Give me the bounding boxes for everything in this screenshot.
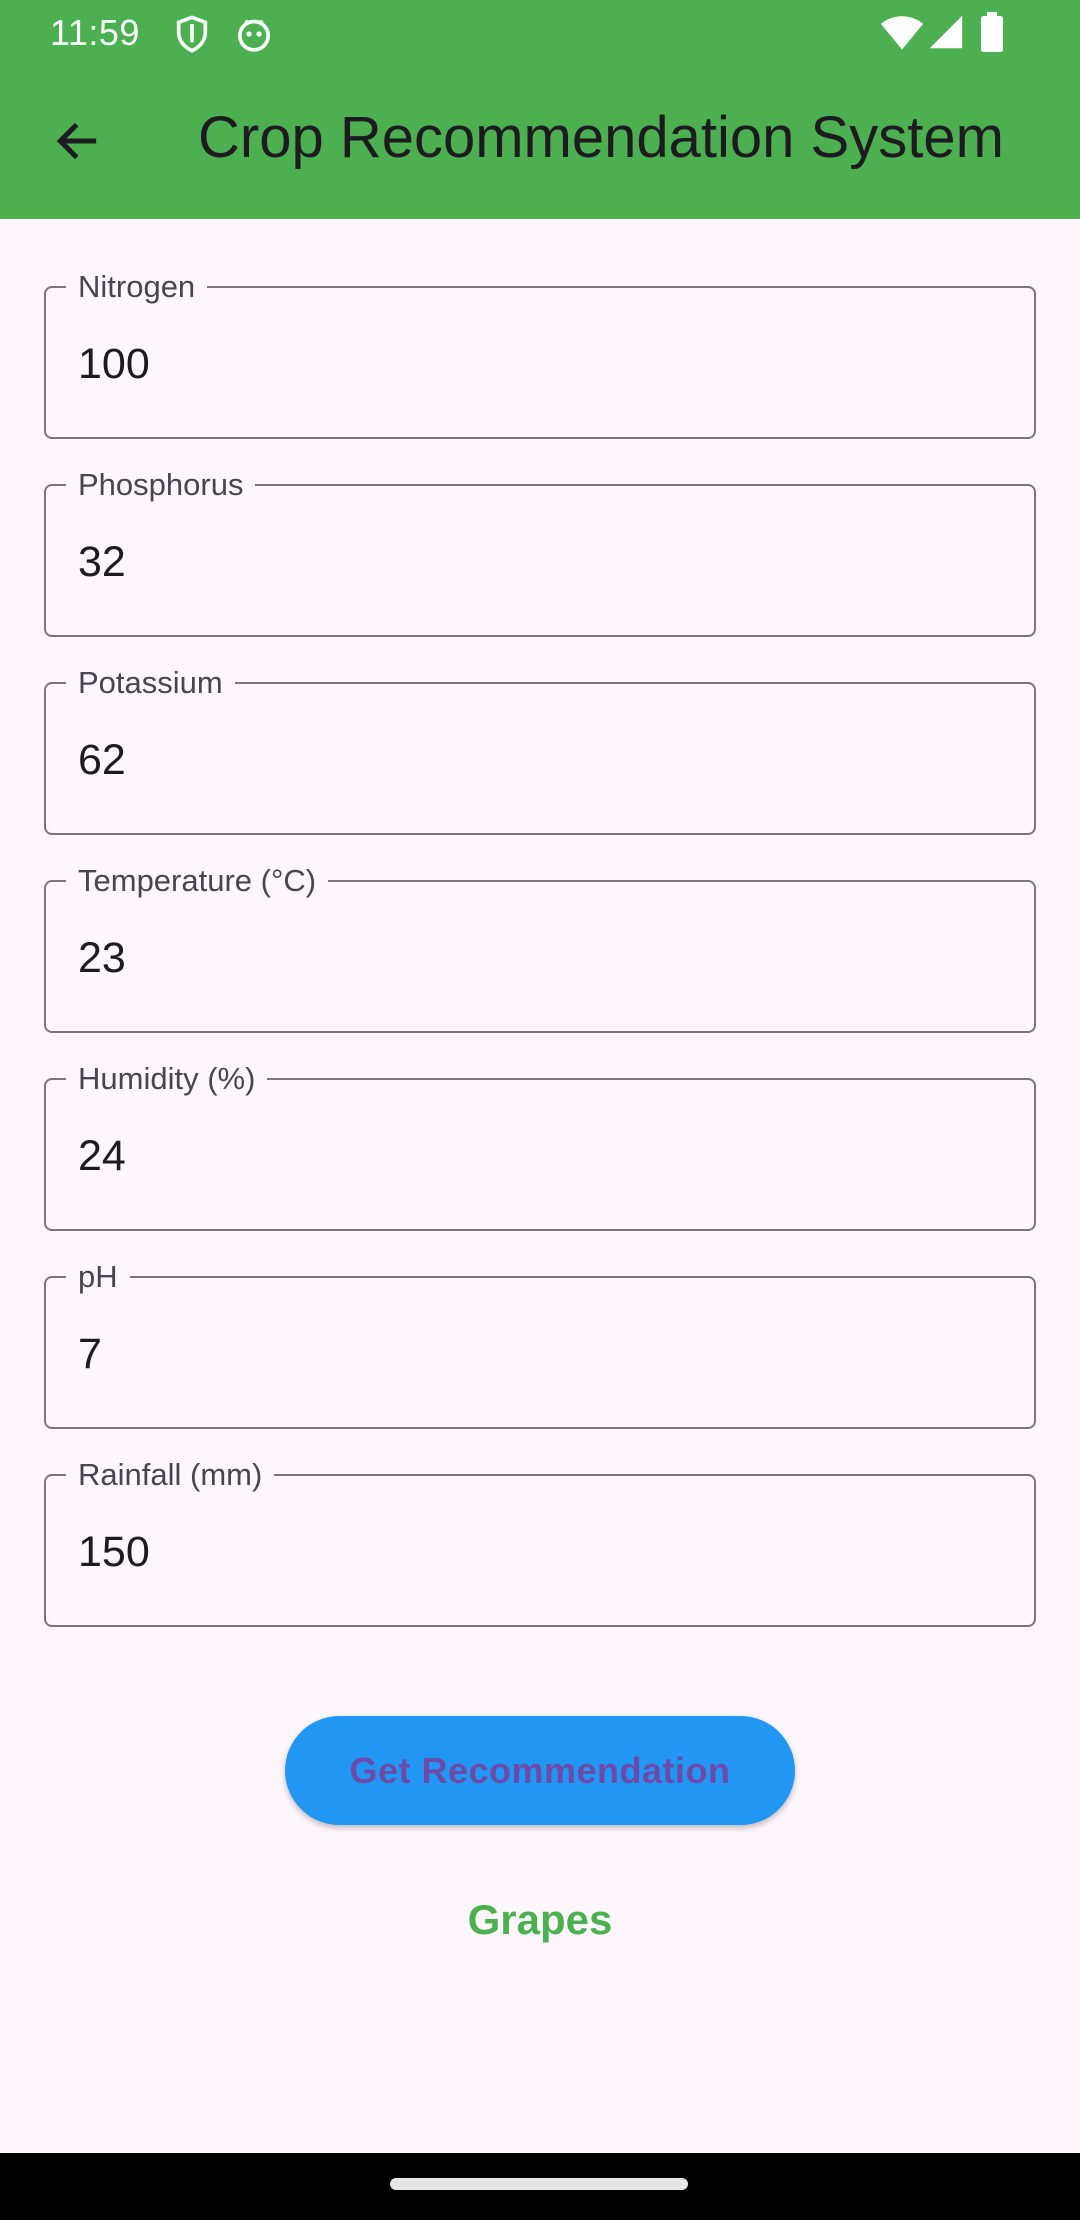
- humidity-value[interactable]: 24: [78, 1128, 126, 1184]
- rainfall-label: Rainfall (mm): [66, 1455, 275, 1495]
- status-time: 11:59: [50, 12, 140, 53]
- temperature-label: Temperature (°C): [66, 861, 329, 901]
- phosphorus-field[interactable]: Phosphorus 32: [44, 465, 1036, 637]
- ph-field[interactable]: pH 7: [44, 1257, 1036, 1429]
- nitrogen-field[interactable]: Nitrogen 100: [44, 267, 1036, 439]
- battery-icon: [980, 12, 1004, 57]
- ph-value[interactable]: 7: [78, 1326, 102, 1382]
- android-bot-icon: [234, 14, 274, 59]
- home-gesture-handle[interactable]: [390, 2178, 688, 2190]
- phosphorus-label: Phosphorus: [66, 465, 256, 505]
- rainfall-field[interactable]: Rainfall (mm) 150: [44, 1455, 1036, 1627]
- potassium-field[interactable]: Potassium 62: [44, 663, 1036, 835]
- vpn-shield-icon: [172, 14, 212, 59]
- cell-signal-icon: [928, 14, 964, 55]
- rainfall-value[interactable]: 150: [78, 1524, 150, 1580]
- system-nav-bar: [0, 2153, 1080, 2220]
- potassium-label: Potassium: [66, 663, 235, 703]
- nitrogen-value[interactable]: 100: [78, 336, 150, 392]
- top-bar: 11:59 Crop Recommendation System: [0, 0, 1080, 219]
- page-title: Crop Recommendation System: [198, 105, 1004, 170]
- ph-label: pH: [66, 1257, 130, 1297]
- get-recommendation-button[interactable]: Get Recommendation: [285, 1716, 795, 1825]
- humidity-field[interactable]: Humidity (%) 24: [44, 1059, 1036, 1231]
- temperature-field[interactable]: Temperature (°C) 23: [44, 861, 1036, 1033]
- recommendation-result: Grapes: [467, 1896, 613, 1943]
- wifi-icon: [880, 14, 924, 57]
- arrow-back-icon[interactable]: [44, 108, 110, 174]
- status-bar: 11:59: [0, 0, 1080, 66]
- nitrogen-label: Nitrogen: [66, 267, 208, 307]
- potassium-value[interactable]: 62: [78, 732, 126, 788]
- app-bar: Crop Recommendation System: [0, 66, 1080, 219]
- temperature-value[interactable]: 23: [78, 930, 126, 986]
- phosphorus-value[interactable]: 32: [78, 534, 126, 590]
- get-recommendation-label: Get Recommendation: [349, 1749, 731, 1791]
- humidity-label: Humidity (%): [66, 1059, 268, 1099]
